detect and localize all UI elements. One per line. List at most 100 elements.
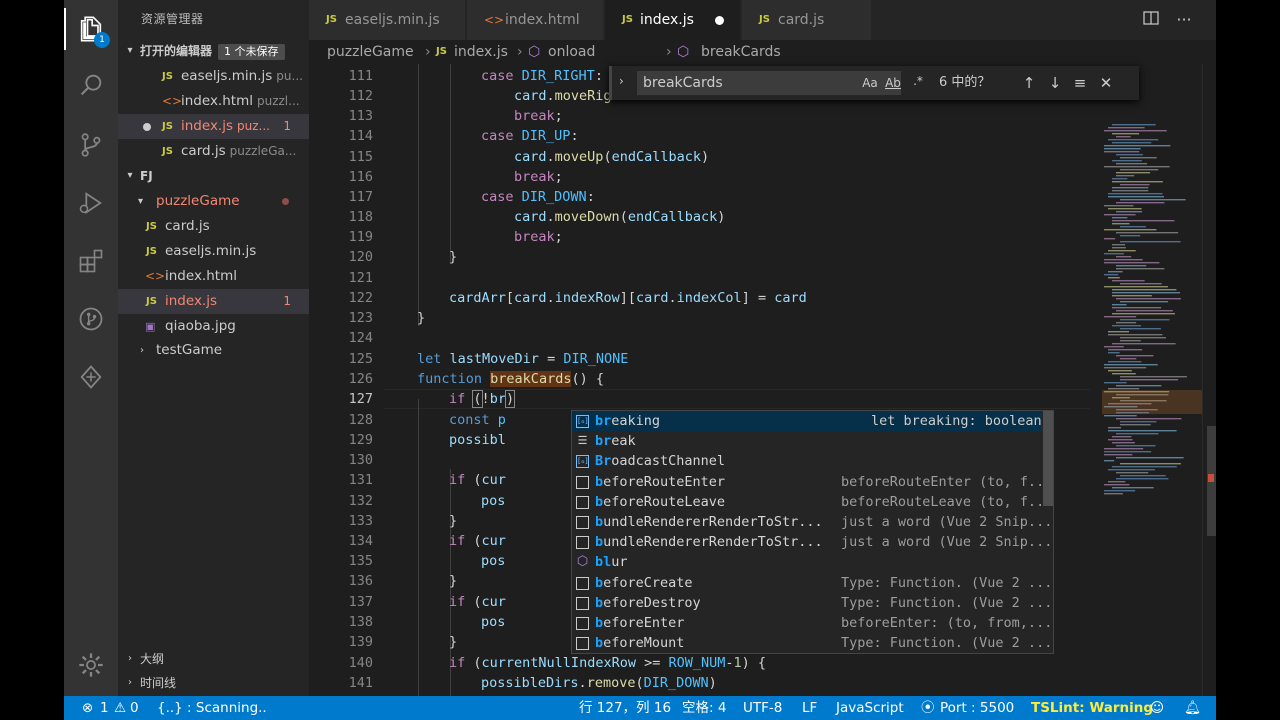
minimap-line (1104, 364, 1158, 366)
suggestion-item[interactable]: ⬡ blur (572, 552, 1042, 572)
extensions-activity[interactable] (64, 234, 118, 288)
more-actions-icon[interactable]: ··· (1174, 10, 1194, 30)
suggestion-label: breaking (595, 413, 661, 429)
suggestion-item[interactable]: beforeMount Type: Function. (Vue 2 ... (572, 633, 1052, 653)
encoding[interactable]: UTF-8 (743, 696, 782, 720)
chevron-right-icon[interactable]: › (619, 74, 624, 88)
suggestion-item[interactable]: [ℴ] breaking let breaking: boolean (572, 411, 1042, 432)
regex-toggle[interactable]: .* (909, 73, 927, 89)
tab-easeljs[interactable]: JS easeljs.min.js (309, 0, 466, 40)
minimap-line (1104, 238, 1116, 240)
open-editors-label: 打开的编辑器 (140, 44, 213, 58)
folder-testgame[interactable]: › testGame (118, 338, 309, 363)
previous-match-icon[interactable]: ↑ (1019, 73, 1039, 93)
live-server-port[interactable]: Port : 5500 (940, 696, 1014, 720)
minimap-line (1112, 295, 1152, 297)
file-item[interactable]: ▣ qiaoba.jpg (118, 314, 309, 339)
breadcrumb-symbol[interactable]: onload (548, 40, 595, 64)
file-item[interactable]: <> index.html (118, 264, 309, 289)
find-in-selection-icon[interactable]: ≡ (1070, 73, 1090, 93)
modified-dot (282, 198, 289, 205)
suggestion-item[interactable]: beforeEnter beforeEnter: (to, from,... (572, 613, 1052, 633)
end-of-line[interactable]: LF (802, 696, 817, 720)
warning-icon[interactable]: ⚠ (114, 696, 126, 720)
file-item[interactable]: JS card.js (118, 214, 309, 239)
source-control-activity[interactable] (64, 118, 118, 172)
unsaved-dot-icon[interactable] (143, 123, 151, 131)
explorer-activity[interactable]: 1 (64, 2, 118, 56)
minimap-line (1104, 484, 1130, 486)
find-widget-bar (609, 66, 612, 100)
explorer-sidebar: 资源管理器 ▾ 打开的编辑器 1 个未保存 JS easeljs.min.js pu… (118, 0, 309, 696)
chevron-right-icon: › (140, 345, 144, 356)
cursor-position[interactable]: 行 127，列 16 (579, 696, 671, 720)
unsaved-dot-icon[interactable] (715, 16, 724, 25)
run-debug-activity[interactable] (64, 176, 118, 230)
whole-word-toggle[interactable]: Ab (884, 75, 902, 91)
open-editor-item[interactable]: JS easeljs.min.js pu... (118, 64, 309, 89)
line-number: 116 (348, 169, 373, 185)
suggestion-item[interactable]: beforeRouteLeave beforeRouteLeave (to, f.… (572, 492, 1052, 512)
minimap-line (1116, 211, 1143, 213)
minimap-line (1112, 124, 1156, 126)
close-icon[interactable]: ✕ (1096, 73, 1116, 93)
line-number: 115 (348, 149, 373, 165)
breadcrumb-file[interactable]: index.js (454, 40, 508, 64)
folder-puzzlegame[interactable]: ▾ puzzleGame (118, 189, 309, 214)
open-editor-item-active[interactable]: JS index.js puz... 1 (118, 114, 309, 139)
open-editor-item[interactable]: <> index.html puzzl... (118, 89, 309, 114)
error-count[interactable]: 1 (100, 696, 109, 720)
bell-icon[interactable]: 🔔︎ (1184, 696, 1201, 720)
broadcast-icon[interactable]: ⦿ (921, 696, 935, 720)
tab-index-js[interactable]: JS index.js (605, 0, 741, 40)
suggestion-item[interactable]: ☰ break (572, 431, 1042, 451)
breadcrumb: puzzleGame › JS index.js › ⬡ onload › ⬡ … (309, 40, 1216, 64)
warning-count[interactable]: 0 (130, 696, 139, 720)
open-editor-item[interactable]: JS card.js puzzleGa... (118, 139, 309, 164)
minimap-find-highlight (1102, 390, 1202, 414)
timeline-header[interactable]: › 时间线 (118, 672, 309, 694)
chevron-down-icon: ▾ (127, 45, 133, 56)
error-icon[interactable]: ⊗ (82, 696, 93, 720)
settings-activity[interactable] (64, 638, 118, 692)
suggestion-item[interactable]: beforeCreate Type: Function. (Vue 2 ... (572, 573, 1052, 593)
feedback-icon[interactable]: ☺ (1150, 696, 1164, 720)
file-item[interactable]: JS easeljs.min.js (118, 239, 309, 264)
tab-card-js[interactable]: JS card.js (742, 0, 872, 40)
minimap-line (1112, 304, 1127, 306)
remote-activity[interactable] (64, 292, 118, 346)
git-graph-icon (79, 307, 103, 331)
suggestion-item[interactable]: bundleRendererRenderToStr... just a word … (572, 512, 1052, 532)
tab-index-html[interactable]: <> index.html (467, 0, 604, 40)
open-editors-header[interactable]: ▾ 打开的编辑器 1 个未保存 (118, 40, 309, 62)
split-editor-icon[interactable] (1141, 10, 1161, 30)
minimap-line (1108, 139, 1159, 141)
language-mode[interactable]: JavaScript (836, 696, 904, 720)
outline-header[interactable]: › 大纲 (118, 648, 309, 670)
vscode-window: 1 资源管理器 ▾ 打开的编辑器 1 个未保存 JS easeljs.min.j… (64, 0, 1216, 720)
breadcrumb-folder[interactable]: puzzleGame (327, 40, 414, 64)
suggestion-item[interactable]: beforeRouteEnter beforeRouteEnter (to, f.… (572, 472, 1052, 492)
suggestion-item[interactable]: bundleRendererRenderToStr... just a word … (572, 532, 1052, 552)
minimap-line (1116, 322, 1137, 324)
indentation[interactable]: 空格: 4 (682, 696, 726, 720)
minimap[interactable] (1092, 64, 1202, 696)
folder-header[interactable]: ▾ FJ (118, 165, 309, 187)
suggest-scrollbar[interactable] (1043, 411, 1053, 506)
minimap-line (1104, 382, 1127, 384)
next-match-icon[interactable]: ↓ (1045, 73, 1065, 93)
tslint-status[interactable]: TSLint: Warning (1031, 696, 1153, 720)
vertical-scrollbar[interactable] (1202, 64, 1216, 696)
extensions-icon (79, 249, 103, 273)
minimap-line (1120, 199, 1186, 201)
match-case-toggle[interactable]: Aa (861, 75, 879, 91)
minimap-line (1104, 367, 1147, 369)
suggestion-item[interactable]: beforeDestroy Type: Function. (Vue 2 ... (572, 593, 1052, 613)
suggestion-item[interactable]: [ℴ] BroadcastChannel (572, 451, 1042, 471)
gitlens-activity[interactable] (64, 350, 118, 404)
breadcrumb-symbol[interactable]: breakCards (701, 40, 781, 64)
status-scanning[interactable]: {..} : Scanning.. (157, 696, 267, 720)
file-item-active[interactable]: JS index.js 1 (118, 289, 309, 314)
search-activity[interactable] (64, 58, 118, 112)
file-name: card.js (181, 143, 226, 159)
